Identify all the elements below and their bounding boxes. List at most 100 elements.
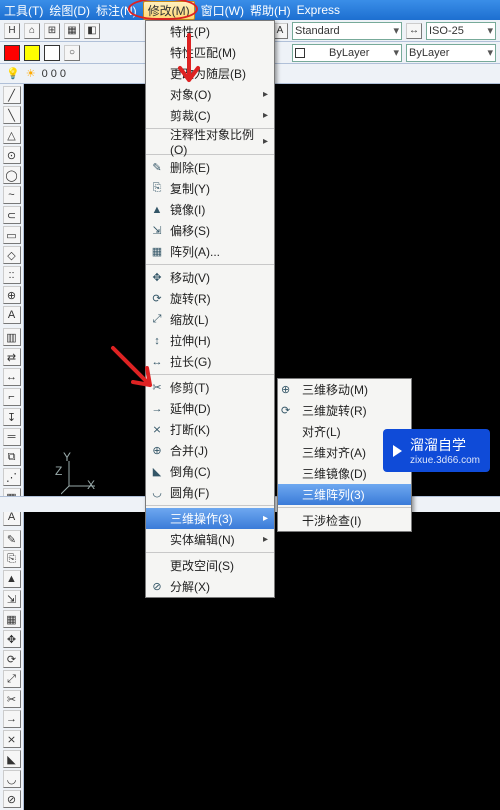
menu-item-label: 剪裁(C): [170, 107, 211, 124]
menu-item[interactable]: 剪裁(C): [146, 105, 274, 126]
menu-item[interactable]: ◡圆角(F): [146, 482, 274, 503]
menu-item[interactable]: 特性(P): [146, 21, 274, 42]
tool-button[interactable]: ⋰: [3, 468, 21, 486]
menu-modify[interactable]: 修改(M): [143, 1, 195, 20]
tool-button[interactable]: ⊂: [3, 206, 21, 224]
layer-color-dropdown[interactable]: ByLayer: [292, 44, 402, 62]
menubar: 工具(T) 绘图(D) 标注(N) 修改(M) 窗口(W) 帮助(H) Expr…: [0, 0, 500, 20]
menu-item[interactable]: ✎删除(E): [146, 157, 274, 178]
tool-icon[interactable]: ⊞: [44, 23, 60, 39]
menu-item[interactable]: 对象(O): [146, 84, 274, 105]
tool-button[interactable]: ⇄: [3, 348, 21, 366]
menu-window[interactable]: 窗口(W): [201, 2, 244, 19]
menu-item[interactable]: ▲镜像(I): [146, 199, 274, 220]
tool-button[interactable]: ═: [3, 428, 21, 446]
submenu-item[interactable]: ⊕三维移动(M): [278, 379, 411, 400]
tool-icon[interactable]: ○: [64, 45, 80, 61]
menu-item[interactable]: 特性匹配(M): [146, 42, 274, 63]
menu-item-icon: ▦: [149, 244, 165, 260]
tool-button[interactable]: ✥: [3, 630, 21, 648]
menu-item[interactable]: 三维操作(3): [146, 508, 274, 529]
tool-icon[interactable]: H: [4, 23, 20, 39]
tool-button[interactable]: ▦: [3, 610, 21, 628]
menu-item-label: 镜像(I): [170, 201, 205, 218]
tool-button[interactable]: ↧: [3, 408, 21, 426]
menu-express[interactable]: Express: [297, 3, 340, 17]
tool-button[interactable]: ▥: [3, 328, 21, 346]
menu-item[interactable]: ⇲偏移(S): [146, 220, 274, 241]
tool-button[interactable]: ✎: [3, 530, 21, 548]
menu-item[interactable]: ✥移动(V): [146, 267, 274, 288]
tool-button[interactable]: ◡: [3, 770, 21, 788]
tool-icon[interactable]: ⌂: [24, 23, 40, 39]
submenu-item[interactable]: ⟳三维旋转(R): [278, 400, 411, 421]
menu-item[interactable]: ⤢缩放(L): [146, 309, 274, 330]
menu-item[interactable]: 注释性对象比例(O): [146, 131, 274, 152]
menu-item-label: 拉长(G): [170, 353, 211, 370]
tool-button[interactable]: ↔: [3, 368, 21, 386]
menu-help[interactable]: 帮助(H): [250, 2, 291, 19]
tool-icon[interactable]: ◧: [84, 23, 100, 39]
dimstyle-dropdown[interactable]: ISO-25: [426, 22, 496, 40]
menu-item-label: 复制(Y): [170, 180, 210, 197]
submenu-item[interactable]: 干涉检查(I): [278, 510, 411, 531]
menu-item[interactable]: ↕拉伸(H): [146, 330, 274, 351]
menu-item[interactable]: ⟳旋转(R): [146, 288, 274, 309]
submenu-item[interactable]: 三维阵列(3): [278, 484, 411, 505]
menu-tools[interactable]: 工具(T): [4, 2, 43, 19]
menu-item-icon: →: [149, 401, 165, 417]
tool-button[interactable]: A: [3, 306, 21, 324]
menu-item[interactable]: ⊕合并(J): [146, 440, 274, 461]
menu-item[interactable]: 更改为随层(B): [146, 63, 274, 84]
tool-button[interactable]: ╱: [3, 86, 21, 104]
tool-button[interactable]: △: [3, 126, 21, 144]
menu-item[interactable]: ⎘ 复制(Y): [146, 178, 274, 199]
lightbulb-icon[interactable]: 💡: [6, 67, 20, 80]
menu-item[interactable]: →延伸(D): [146, 398, 274, 419]
color-icon[interactable]: [4, 45, 20, 61]
tool-button[interactable]: ⌐: [3, 388, 21, 406]
menu-item[interactable]: ▦阵列(A)...: [146, 241, 274, 262]
menu-item[interactable]: 实体编辑(N): [146, 529, 274, 550]
menu-item[interactable]: ⨯打断(K): [146, 419, 274, 440]
linetype-dropdown[interactable]: ByLayer: [406, 44, 496, 62]
tool-button[interactable]: ⨯: [3, 730, 21, 748]
menu-item[interactable]: 更改空间(S): [146, 555, 274, 576]
tool-button[interactable]: ◣: [3, 750, 21, 768]
tool-button[interactable]: ╲: [3, 106, 21, 124]
color-icon[interactable]: [44, 45, 60, 61]
menu-item[interactable]: ✂修剪(T): [146, 377, 274, 398]
tool-button[interactable]: ✂: [3, 690, 21, 708]
tool-button[interactable]: ⧉: [3, 448, 21, 466]
tool-button[interactable]: ::: [3, 266, 21, 284]
menu-item-icon: ◣: [149, 464, 165, 480]
tool-button[interactable]: ⤢: [3, 670, 21, 688]
tool-button[interactable]: ◯: [3, 166, 21, 184]
tool-button[interactable]: ~: [3, 186, 21, 204]
tool-button[interactable]: →: [3, 710, 21, 728]
menu-draw[interactable]: 绘图(D): [49, 2, 90, 19]
tool-button[interactable]: ▲: [3, 570, 21, 588]
menu-item-icon: ↕: [149, 333, 165, 349]
tool-button[interactable]: ◇: [3, 246, 21, 264]
menu-item[interactable]: ↔拉长(G): [146, 351, 274, 372]
color-icon[interactable]: [24, 45, 40, 61]
tool-button[interactable]: ⊘: [3, 790, 21, 808]
menu-dimension[interactable]: 标注(N): [96, 2, 137, 19]
tool-button[interactable]: ▭: [3, 226, 21, 244]
menu-item-icon: ✂: [149, 380, 165, 396]
tool-button[interactable]: ⎘: [3, 550, 21, 568]
tool-icon[interactable]: ▦: [64, 23, 80, 39]
menu-item-icon: ⎘: [149, 181, 165, 197]
sun-icon[interactable]: ☀: [26, 67, 36, 80]
tool-button[interactable]: ⊙: [3, 146, 21, 164]
ucs-icon: Z Y X: [55, 450, 105, 500]
tool-button[interactable]: ⇲: [3, 590, 21, 608]
menu-item[interactable]: ◣倒角(C): [146, 461, 274, 482]
menu-item[interactable]: ⊘分解(X): [146, 576, 274, 597]
tool-button[interactable]: ⟳: [3, 650, 21, 668]
textstyle-dropdown[interactable]: Standard: [292, 22, 402, 40]
menu-item-label: 特性匹配(M): [170, 44, 236, 61]
tool-button[interactable]: ⊕: [3, 286, 21, 304]
dimstyle-icon[interactable]: ↔: [406, 23, 422, 39]
